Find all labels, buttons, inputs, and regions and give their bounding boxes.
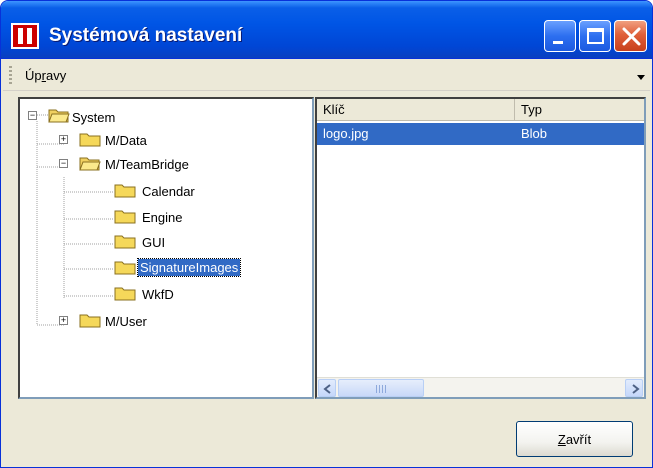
tree-view: − System + M/Data − M/TeamBridge Calenda… xyxy=(20,99,312,397)
close-window-button[interactable] xyxy=(614,20,647,52)
chevron-down-icon[interactable] xyxy=(637,75,645,80)
arrow-right-icon xyxy=(632,384,640,394)
tree-node-label: Engine xyxy=(142,210,183,225)
collapse-icon[interactable]: − xyxy=(59,159,68,168)
open-folder-icon xyxy=(79,157,101,171)
list-row[interactable]: logo.jpg Blob xyxy=(317,123,644,145)
tree-node-m-data[interactable]: + M/Data xyxy=(20,130,310,152)
close-button[interactable]: Zavřít xyxy=(516,421,633,457)
maximize-button[interactable] xyxy=(579,20,611,52)
scrollbar-thumb[interactable] xyxy=(338,379,424,397)
tree-node-engine[interactable]: Engine xyxy=(20,207,310,229)
menu-bar: Úpravy xyxy=(3,61,650,91)
folder-icon xyxy=(114,235,136,249)
arrow-left-icon xyxy=(323,384,331,394)
scroll-right-button[interactable] xyxy=(625,379,643,397)
tree-node-system[interactable]: − System xyxy=(20,107,310,129)
horizontal-scrollbar[interactable] xyxy=(317,377,644,397)
cell-key: logo.jpg xyxy=(323,126,369,141)
tree-node-gui[interactable]: GUI xyxy=(20,232,310,254)
tree-node-label: M/TeamBridge xyxy=(105,157,189,172)
minimize-button[interactable] xyxy=(544,20,576,52)
window-title: Systémová nastavení xyxy=(49,25,243,46)
collapse-icon[interactable]: − xyxy=(28,111,37,120)
list-header: Klíč Typ xyxy=(317,99,644,121)
folder-icon xyxy=(79,133,101,147)
close-icon xyxy=(622,27,641,46)
tree-node-m-user[interactable]: + M/User xyxy=(20,311,310,333)
tree-node-label: M/Data xyxy=(105,133,147,148)
tree-node-signatureimages[interactable]: SignatureImages xyxy=(20,257,310,279)
folder-icon xyxy=(114,184,136,198)
minimize-icon xyxy=(553,41,563,44)
maximize-icon xyxy=(587,28,604,44)
folder-icon xyxy=(79,314,101,328)
expand-icon[interactable]: + xyxy=(59,135,68,144)
folder-icon xyxy=(114,261,136,275)
grip-icon xyxy=(376,385,388,393)
tree-node-label: WkfD xyxy=(142,287,174,302)
values-list[interactable]: Klíč Typ logo.jpg Blob xyxy=(315,97,646,399)
tree-node-calendar[interactable]: Calendar xyxy=(20,181,310,203)
dialog-window: Systémová nastavení Úpravy − System + M/… xyxy=(0,0,653,468)
folder-icon xyxy=(114,210,136,224)
tree-node-wkfd[interactable]: WkfD xyxy=(20,284,310,306)
menu-edit[interactable]: Úpravy xyxy=(25,68,66,83)
column-header-key[interactable]: Klíč xyxy=(317,99,515,121)
tree-node-label: SignatureImages xyxy=(136,258,242,277)
tree-node-label: M/User xyxy=(105,314,147,329)
tree-node-label: GUI xyxy=(142,235,166,250)
folder-icon xyxy=(114,287,136,301)
cell-type: Blob xyxy=(521,126,548,141)
tree-node-label: Calendar xyxy=(142,184,195,199)
open-folder-icon xyxy=(48,109,70,123)
scroll-left-button[interactable] xyxy=(318,379,336,397)
expand-icon[interactable]: + xyxy=(59,316,68,325)
app-icon xyxy=(11,23,39,49)
column-header-type[interactable]: Typ xyxy=(515,99,644,121)
tree-node-label: System xyxy=(72,110,116,125)
title-bar[interactable]: Systémová nastavení xyxy=(1,1,652,59)
close-button-label: Zavřít xyxy=(557,431,592,447)
toolbar-grip[interactable] xyxy=(9,66,12,86)
settings-tree[interactable]: − System + M/Data − M/TeamBridge Calenda… xyxy=(18,97,314,399)
tree-node-m-teambridge[interactable]: − M/TeamBridge xyxy=(20,154,310,176)
button-bar: Zavřít xyxy=(3,403,650,467)
